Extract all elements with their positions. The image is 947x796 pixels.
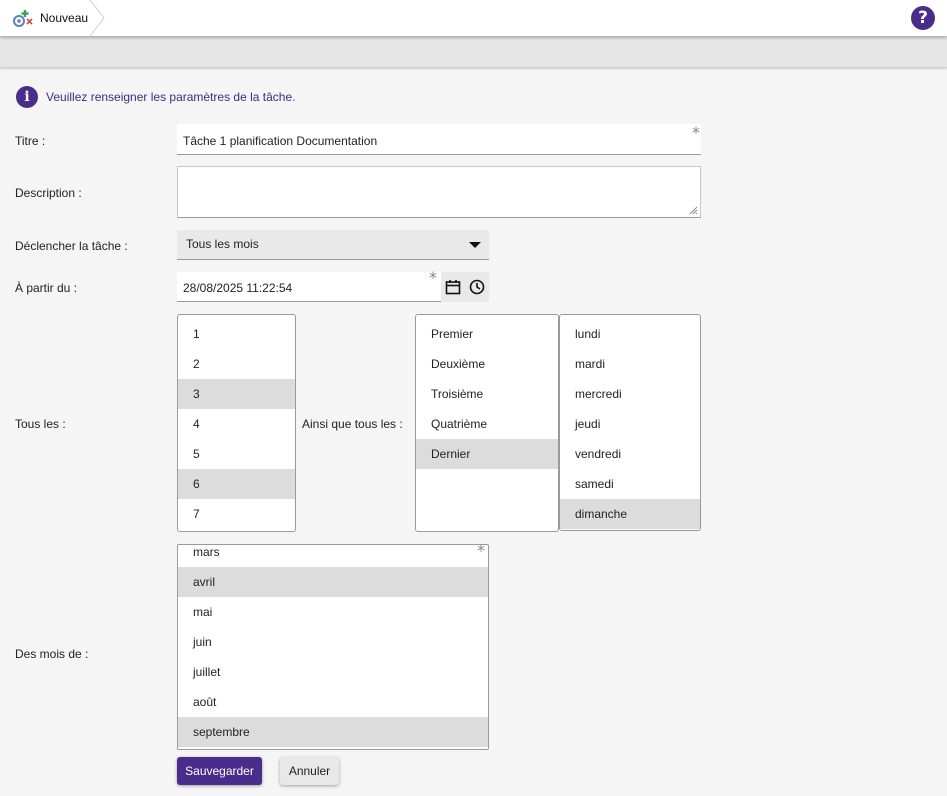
breadcrumb-label: Nouveau [40,11,89,25]
list-option[interactable]: juin [178,627,488,657]
trigger-label: Déclencher la tâche : [15,239,128,253]
start-date-label: À partir du : [15,281,78,295]
ordinals-listbox[interactable]: Premier Deuxième Troisième Quatrième Dernier [415,314,559,532]
resize-handle-icon[interactable] [689,206,698,215]
list-option[interactable]: mai [178,597,488,627]
breadcrumb-separator [89,0,105,36]
chevron-down-icon [469,242,481,248]
list-option[interactable]: 5 [178,439,295,469]
list-option[interactable]: 1 [178,319,295,349]
list-option[interactable]: Quatrième [416,409,558,439]
list-option[interactable]: lundi [560,319,700,349]
title-label: Titre : [15,134,46,148]
top-bar: Nouveau ? [0,0,947,36]
list-option[interactable]: juillet [178,657,488,687]
list-option[interactable]: avril [178,567,488,597]
save-button[interactable]: Sauvegarder [177,757,262,785]
months-label: Des mois de : [15,647,89,661]
calendar-button[interactable] [441,272,465,302]
start-date-input[interactable]: 28/08/2025 11:22:54 * [177,268,489,302]
list-option[interactable]: Troisième [416,379,558,409]
description-label: Description : [15,186,82,200]
list-option[interactable]: 6 [178,469,295,499]
list-option[interactable]: jeudi [560,409,700,439]
required-marker: * [477,541,485,560]
months-listbox[interactable]: mars avril mai juin juillet août septembre [177,544,489,750]
list-option[interactable]: août [178,687,488,717]
weekdays-listbox[interactable]: lundi mardi mercredi jeudi vendredi samedi dim… [559,314,701,531]
required-marker: * [692,123,700,142]
list-option[interactable]: Deuxième [416,349,558,379]
days-listbox[interactable]: 1234567 [177,314,296,532]
info-message: i Veuillez renseigner les paramètres de … [16,86,295,108]
list-option[interactable]: vendredi [560,439,700,469]
days-label: Tous les : [15,417,66,431]
toolbar [0,36,947,68]
list-option[interactable]: 7 [178,499,295,529]
also-label: Ainsi que tous les : [302,417,403,431]
info-message-text: Veuillez renseigner les paramètres de la… [46,90,296,104]
list-option[interactable]: mercredi [560,379,700,409]
list-option[interactable]: mardi [560,349,700,379]
breadcrumb[interactable]: Nouveau [0,0,105,36]
list-option[interactable]: Premier [416,319,558,349]
list-option[interactable]: Dernier [416,439,558,469]
list-option[interactable]: dimanche [560,499,700,529]
list-option[interactable]: 3 [178,379,295,409]
title-input-value: Tâche 1 planification Documentation [183,134,378,148]
list-option[interactable]: mars [178,545,488,567]
description-textarea[interactable] [177,166,701,218]
time-button[interactable] [465,272,489,302]
cancel-button[interactable]: Annuler [280,757,339,785]
clock-icon [469,279,485,295]
help-icon[interactable]: ? [911,6,935,30]
list-option[interactable]: samedi [560,469,700,499]
list-option[interactable]: 2 [178,349,295,379]
calendar-icon [445,280,461,295]
title-input[interactable]: Tâche 1 planification Documentation * [177,123,701,155]
info-icon: i [16,86,38,108]
trigger-select-value: Tous les mois [186,237,259,251]
start-date-value: 28/08/2025 11:22:54 [183,281,293,295]
required-marker: * [429,268,437,287]
trigger-select[interactable]: Tous les mois [177,230,489,260]
list-option[interactable]: septembre [178,717,488,747]
list-option[interactable]: 4 [178,409,295,439]
task-schedule-icon [13,10,33,27]
